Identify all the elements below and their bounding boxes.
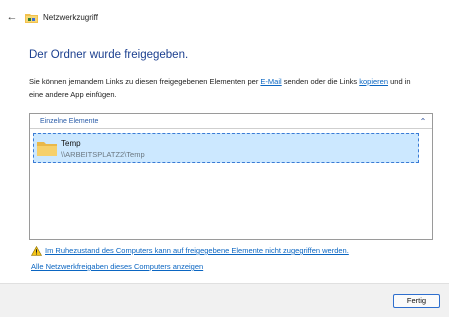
description-text-1: Sie können jemandem Links zu diesen frei… [29, 77, 261, 86]
page-title: Der Ordner wurde freigegeben. [29, 49, 189, 61]
share-description: Sie können jemandem Links zu diesen frei… [29, 75, 424, 101]
shared-items-panel: Einzelne Elemente ⌃ Temp \\ARBEITSPLATZ2… [29, 113, 433, 240]
footer [0, 283, 449, 317]
copy-link[interactable]: kopieren [359, 77, 388, 86]
show-all-shares-link[interactable]: Alle Netzwerkfreigaben dieses Computers … [31, 262, 203, 271]
description-text-2: senden oder die Links [281, 77, 360, 86]
sleep-warning-link[interactable]: Im Ruhezustand des Computers kann auf fr… [45, 246, 349, 255]
email-link[interactable]: E-Mail [260, 77, 281, 86]
network-folder-icon [25, 12, 38, 23]
panel-header-label: Einzelne Elemente [40, 118, 99, 125]
done-button[interactable]: Fertig [393, 294, 440, 308]
item-name: Temp [61, 139, 81, 148]
panel-header[interactable]: Einzelne Elemente ⌃ [30, 114, 432, 129]
list-item[interactable]: Temp \\ARBEITSPLATZ2\Temp [33, 133, 419, 163]
window-title: Netzwerkzugriff [43, 13, 98, 22]
folder-icon [37, 139, 57, 157]
chevron-up-icon[interactable]: ⌃ [418, 117, 428, 126]
back-arrow-icon[interactable]: ← [5, 10, 19, 24]
item-path: \\ARBEITSPLATZ2\Temp [61, 150, 145, 159]
title-bar: ← Netzwerkzugriff [0, 0, 449, 38]
warning-icon [30, 245, 43, 256]
